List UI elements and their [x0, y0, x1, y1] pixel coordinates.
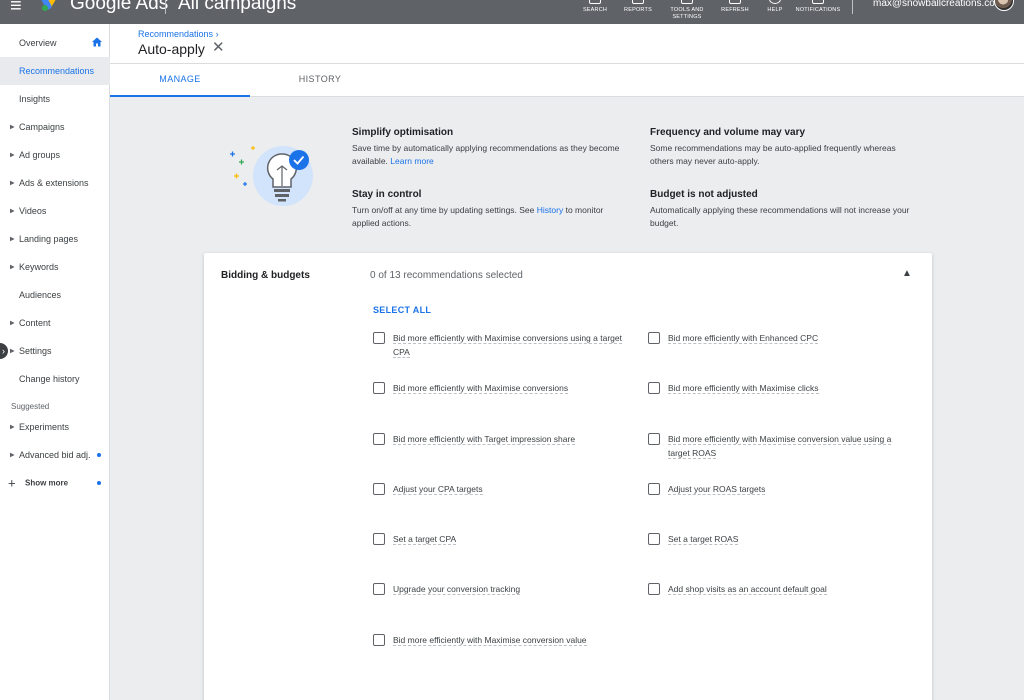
- caret-right-icon: ▶: [10, 124, 15, 131]
- checkbox[interactable]: [373, 583, 385, 595]
- card-title: Bidding & budgets: [221, 270, 310, 281]
- suggested-heading: Suggested: [11, 402, 50, 411]
- caret-right-icon: ▶: [10, 236, 15, 243]
- checkbox[interactable]: [373, 483, 385, 495]
- breadcrumb[interactable]: Recommendations ›: [138, 29, 219, 39]
- sidebar-item-audiences[interactable]: Audiences: [0, 281, 110, 309]
- caret-right-icon: ▶: [10, 180, 15, 187]
- user-email[interactable]: max@snowballcreations.com: [873, 0, 1003, 9]
- bidding-budgets-card: Bidding & budgets 0 of 13 recommendation…: [204, 253, 932, 700]
- search-button[interactable]: SEARCH: [580, 0, 610, 24]
- wrench-icon: [681, 0, 693, 4]
- learn-more-link[interactable]: Learn more: [390, 156, 433, 166]
- reports-icon: [632, 0, 644, 4]
- caret-right-icon: ▶: [10, 320, 15, 327]
- reports-button[interactable]: REPORTS: [622, 0, 654, 24]
- sidebar-item-keywords[interactable]: ▶ Keywords: [0, 253, 110, 281]
- caret-right-icon: ▶: [10, 452, 15, 459]
- top-divider: [852, 0, 853, 14]
- sidebar-show-more[interactable]: + Show more: [0, 469, 110, 497]
- checkbox[interactable]: [373, 533, 385, 545]
- tab-bar: MANAGE HISTORY: [110, 64, 1024, 97]
- info-simplify-text: Save time by automatically applying reco…: [352, 143, 620, 166]
- select-all-button[interactable]: SELECT ALL: [373, 305, 431, 315]
- history-link[interactable]: History: [537, 205, 563, 215]
- tools-and-settings-button[interactable]: TOOLS AND SETTINGS: [668, 0, 706, 24]
- home-icon: [92, 37, 102, 47]
- chevron-right-icon: ›: [215, 29, 219, 39]
- checkbox[interactable]: [648, 483, 660, 495]
- checkbox[interactable]: [648, 332, 660, 344]
- selection-count: 0 of 13 recommendations selected: [370, 270, 523, 281]
- plus-icon: +: [8, 475, 16, 491]
- info-budget-text: Automatically applying these recommendat…: [650, 205, 910, 228]
- checkbox[interactable]: [373, 634, 385, 646]
- refresh-icon: [729, 0, 741, 4]
- top-bar: ≡ Google Ads All campaigns SEARCH REPORT…: [0, 0, 1024, 24]
- notifications-button[interactable]: NOTIFICATIONS: [794, 0, 842, 24]
- sidebar-item-landing-pages[interactable]: ▶ Landing pages: [0, 225, 110, 253]
- info-control-text: Turn on/off at any time by updating sett…: [352, 205, 604, 228]
- sidebar-item-advanced-bid-adj[interactable]: ▶ Advanced bid adj.: [0, 441, 110, 469]
- help-icon: [769, 0, 781, 4]
- search-icon: [589, 0, 601, 4]
- tab-history[interactable]: HISTORY: [250, 64, 390, 97]
- sidebar-item-campaigns[interactable]: ▶ Campaigns: [0, 113, 110, 141]
- chevron-up-icon[interactable]: ▲: [902, 268, 912, 279]
- tab-manage[interactable]: MANAGE: [110, 64, 250, 97]
- sidebar: Overview Recommendations Insights ▶ Camp…: [0, 24, 110, 700]
- checkbox[interactable]: [648, 382, 660, 394]
- checkbox[interactable]: [648, 583, 660, 595]
- sidebar-item-recommendations[interactable]: Recommendations: [0, 57, 110, 85]
- info-simplify-title: Simplify optimisation: [352, 127, 454, 138]
- info-budget: Budget is not adjusted Automatically app…: [650, 189, 920, 230]
- brand-divider: [165, 0, 166, 14]
- google-ads-logo-icon[interactable]: [40, 0, 64, 12]
- caret-right-icon: ▶: [10, 348, 15, 355]
- checkbox[interactable]: [373, 382, 385, 394]
- help-button[interactable]: HELP: [762, 0, 788, 24]
- chevron-right-icon: ›: [2, 346, 5, 356]
- sidebar-item-ad-groups[interactable]: ▶ Ad groups: [0, 141, 110, 169]
- sidebar-item-change-history[interactable]: Change history: [0, 365, 110, 393]
- info-budget-title: Budget is not adjusted: [650, 189, 758, 200]
- info-frequency: Frequency and volume may vary Some recom…: [650, 127, 920, 168]
- bell-icon: [812, 0, 824, 4]
- new-dot-icon: [97, 453, 101, 457]
- account-scope[interactable]: All campaigns: [178, 0, 296, 15]
- checkbox[interactable]: [648, 533, 660, 545]
- info-control: Stay in control Turn on/off at any time …: [352, 189, 622, 230]
- caret-right-icon: ▶: [10, 424, 15, 431]
- checkbox[interactable]: [648, 433, 660, 445]
- caret-right-icon: ▶: [10, 208, 15, 215]
- lightbulb-illustration: [230, 146, 313, 206]
- caret-right-icon: ▶: [10, 152, 15, 159]
- close-icon[interactable]: ✕: [212, 40, 225, 56]
- page-title: Auto-apply: [138, 41, 205, 57]
- sidebar-item-insights[interactable]: Insights: [0, 85, 110, 113]
- info-frequency-text: Some recommendations may be auto-applied…: [650, 143, 896, 166]
- new-dot-icon: [97, 481, 101, 485]
- info-frequency-title: Frequency and volume may vary: [650, 127, 806, 138]
- checkbox[interactable]: [373, 433, 385, 445]
- page-header: Recommendations › Auto-apply ✕: [110, 24, 1024, 64]
- refresh-button[interactable]: REFRESH: [718, 0, 752, 24]
- sidebar-item-settings[interactable]: ▶ Settings: [0, 337, 110, 365]
- sidebar-item-videos[interactable]: ▶ Videos: [0, 197, 110, 225]
- menu-icon[interactable]: ≡: [10, 0, 22, 16]
- checkbox[interactable]: [373, 332, 385, 344]
- info-control-title: Stay in control: [352, 189, 422, 200]
- sidebar-item-content[interactable]: ▶ Content: [0, 309, 110, 337]
- sidebar-item-ads-extensions[interactable]: ▶ Ads & extensions: [0, 169, 110, 197]
- avatar[interactable]: [994, 0, 1014, 11]
- sidebar-item-experiments[interactable]: ▶ Experiments: [0, 413, 110, 441]
- sidebar-item-overview[interactable]: Overview: [0, 29, 110, 57]
- brand-name: Google Ads: [70, 0, 169, 14]
- info-simplify: Simplify optimisation Save time by autom…: [352, 127, 622, 168]
- caret-right-icon: ▶: [10, 264, 15, 271]
